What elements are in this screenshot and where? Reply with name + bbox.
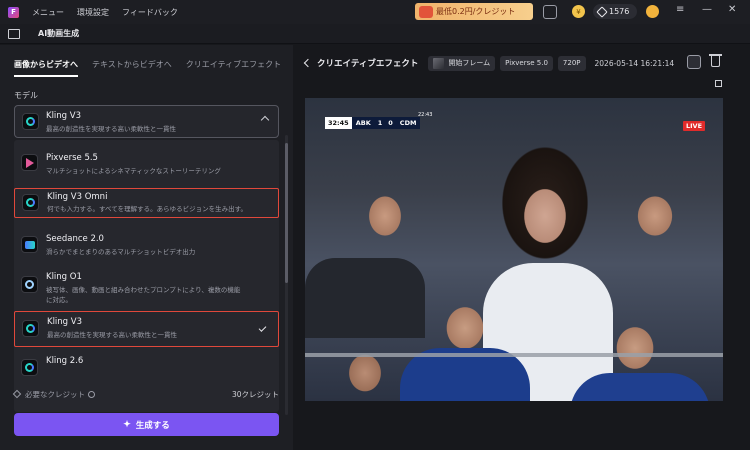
away-score: 0 — [388, 119, 393, 127]
kling-icon — [22, 320, 39, 337]
option-desc: 最高の創造性を実現する高い柔軟性と一貫性 — [47, 331, 177, 339]
sparkle-icon: ✦ — [123, 419, 131, 429]
spectator-shirt — [305, 258, 425, 338]
app-logo-icon: F — [8, 6, 19, 18]
spectator-shirt — [570, 373, 710, 401]
model-option-kling-v3[interactable]: Kling V3 最高の創造性を実現する高い柔軟性と一貫性 — [14, 311, 279, 347]
promo-banner[interactable]: 最低0.2円/クレジット — [415, 3, 533, 20]
home-score: 1 — [377, 119, 383, 127]
home-team: ABK — [355, 119, 371, 127]
option-title: Kling 2.6 — [46, 356, 84, 366]
tab-image-to-video[interactable]: 画像からビデオへ — [14, 59, 78, 77]
menu-icon[interactable]: ≡ — [676, 4, 684, 15]
menu-item-feedback[interactable]: フィードバック — [122, 7, 178, 18]
resolution-chip: 720P — [557, 55, 586, 71]
option-desc: 何でも入力する。すべてを理解する。あらゆるビジョンを生み出す。 — [47, 205, 248, 213]
selected-model-title: Kling V3 — [46, 111, 82, 121]
gem-icon — [596, 5, 608, 18]
message-icon[interactable] — [543, 5, 557, 19]
coin-icon[interactable]: ¥ — [572, 5, 585, 18]
minimize-icon[interactable]: — — [702, 4, 712, 15]
dropdown-scrollbar[interactable] — [285, 135, 288, 415]
checkmark-icon — [258, 324, 267, 332]
thumbnail-icon — [433, 57, 445, 69]
generate-label: 生成する — [135, 419, 170, 430]
kling-icon — [22, 113, 39, 130]
sub-bar: AI動画生成 — [0, 24, 750, 44]
option-desc: マルチショットによるシネマティックなストーリーテリング — [46, 167, 221, 175]
model-option-kling-2-6[interactable]: Kling 2.6 — [14, 354, 279, 384]
away-team: CDM — [399, 119, 417, 127]
home-icon[interactable] — [8, 28, 20, 39]
credits-balance[interactable]: 1576 — [593, 4, 637, 19]
model-option-kling-v3-omni[interactable]: Kling V3 Omni 何でも入力する。すべてを理解する。あらゆるビジョンを… — [14, 188, 279, 218]
model-option-seedance-2-0[interactable]: Seedance 2.0 滑らかでまとまりのあるマルチショットビデオ出力 — [14, 230, 279, 264]
close-icon[interactable]: ✕ — [728, 4, 736, 15]
selected-model-desc: 最高の創造性を実現する高い柔軟性と一貫性 — [46, 125, 176, 133]
video-preview[interactable]: 32:45 ABK 1 0 CDM 22:43 LIVE — [305, 98, 723, 401]
preview-header: クリエイティブエフェクト 開始フレーム Pixverse 5.0 720P 20… — [303, 55, 675, 71]
copy-icon[interactable] — [715, 80, 722, 87]
live-badge: LIVE — [683, 121, 706, 131]
generate-button[interactable]: ✦ 生成する — [14, 413, 279, 436]
option-title: Pixverse 5.5 — [46, 153, 98, 163]
trash-icon[interactable] — [709, 54, 722, 67]
stadium-rail — [305, 353, 723, 357]
kling-icon — [22, 194, 39, 211]
option-title: Seedance 2.0 — [46, 234, 104, 244]
scoreboard: 32:45 ABK 1 0 CDM — [325, 117, 421, 129]
menu-item-menu[interactable]: メニュー — [32, 7, 64, 18]
model-section-label: モデル — [14, 91, 38, 100]
preview-title: クリエイティブエフェクト — [317, 59, 419, 69]
timestamp: 2026-05-14 16:21:14 — [594, 58, 675, 68]
gift-icon — [419, 5, 433, 18]
title-bar: F メニュー 環境設定 フィードバック 最低0.2円/クレジット ¥ 1576 … — [0, 0, 750, 24]
model-option-pixverse-5-5[interactable]: Pixverse 5.5 マルチショットによるシネマティックなストーリーテリング — [14, 148, 279, 184]
option-title: Kling O1 — [46, 272, 82, 282]
seedance-icon — [21, 236, 38, 253]
back-icon[interactable] — [303, 58, 313, 68]
menu-item-settings[interactable]: 環境設定 — [77, 7, 109, 18]
promo-text: 最低0.2円/クレジット — [436, 7, 516, 16]
mode-tabs: 画像からビデオへ テキストからビデオへ クリエイティブエフェクト — [14, 59, 281, 77]
required-credits-row: 必要なクレジット 30クレジット — [12, 389, 279, 400]
start-frame-chip: 開始フレーム — [428, 55, 496, 71]
info-icon[interactable] — [88, 391, 95, 398]
credit-value: 30クレジット — [231, 390, 279, 399]
option-title: Kling V3 — [47, 317, 83, 327]
option-title: Kling V3 Omni — [47, 192, 108, 202]
model-chip: Pixverse 5.0 — [500, 55, 553, 71]
tab-text-to-video[interactable]: テキストからビデオへ — [92, 59, 172, 77]
option-desc: 被写体、画像、動画と組み合わせたプロンプトにより、複数の機能に対応。 — [46, 286, 241, 304]
tab-creative-effects[interactable]: クリエイティブエフェクト — [186, 59, 281, 77]
gem-icon — [12, 389, 22, 399]
credit-label: 必要なクレジット — [25, 390, 85, 399]
chevron-up-icon — [260, 115, 270, 125]
kling-icon — [21, 359, 38, 376]
kling-o1-icon — [21, 276, 38, 293]
match-time: 32:45 — [325, 117, 352, 129]
broadcast-clock: 22:43 — [418, 112, 433, 118]
preview-panel: クリエイティブエフェクト 開始フレーム Pixverse 5.0 720P 20… — [293, 45, 750, 450]
avatar[interactable] — [646, 5, 659, 18]
credits-count: 1576 — [609, 7, 630, 16]
edit-icon[interactable] — [687, 55, 701, 69]
model-select[interactable]: Kling V3 最高の創造性を実現する高い柔軟性と一貫性 — [14, 105, 279, 138]
scrollbar-thumb[interactable] — [285, 143, 288, 283]
chip-label: 開始フレーム — [448, 59, 491, 67]
model-dropdown: Pixverse 5.5 マルチショットによるシネマティックなストーリーテリング… — [14, 140, 279, 412]
option-desc: 滑らかでまとまりのあるマルチショットビデオ出力 — [46, 248, 196, 256]
pixverse-icon — [21, 154, 38, 171]
settings-panel: 画像からビデオへ テキストからビデオへ クリエイティブエフェクト モデル Kli… — [0, 45, 293, 450]
page-title: AI動画生成 — [38, 29, 80, 38]
